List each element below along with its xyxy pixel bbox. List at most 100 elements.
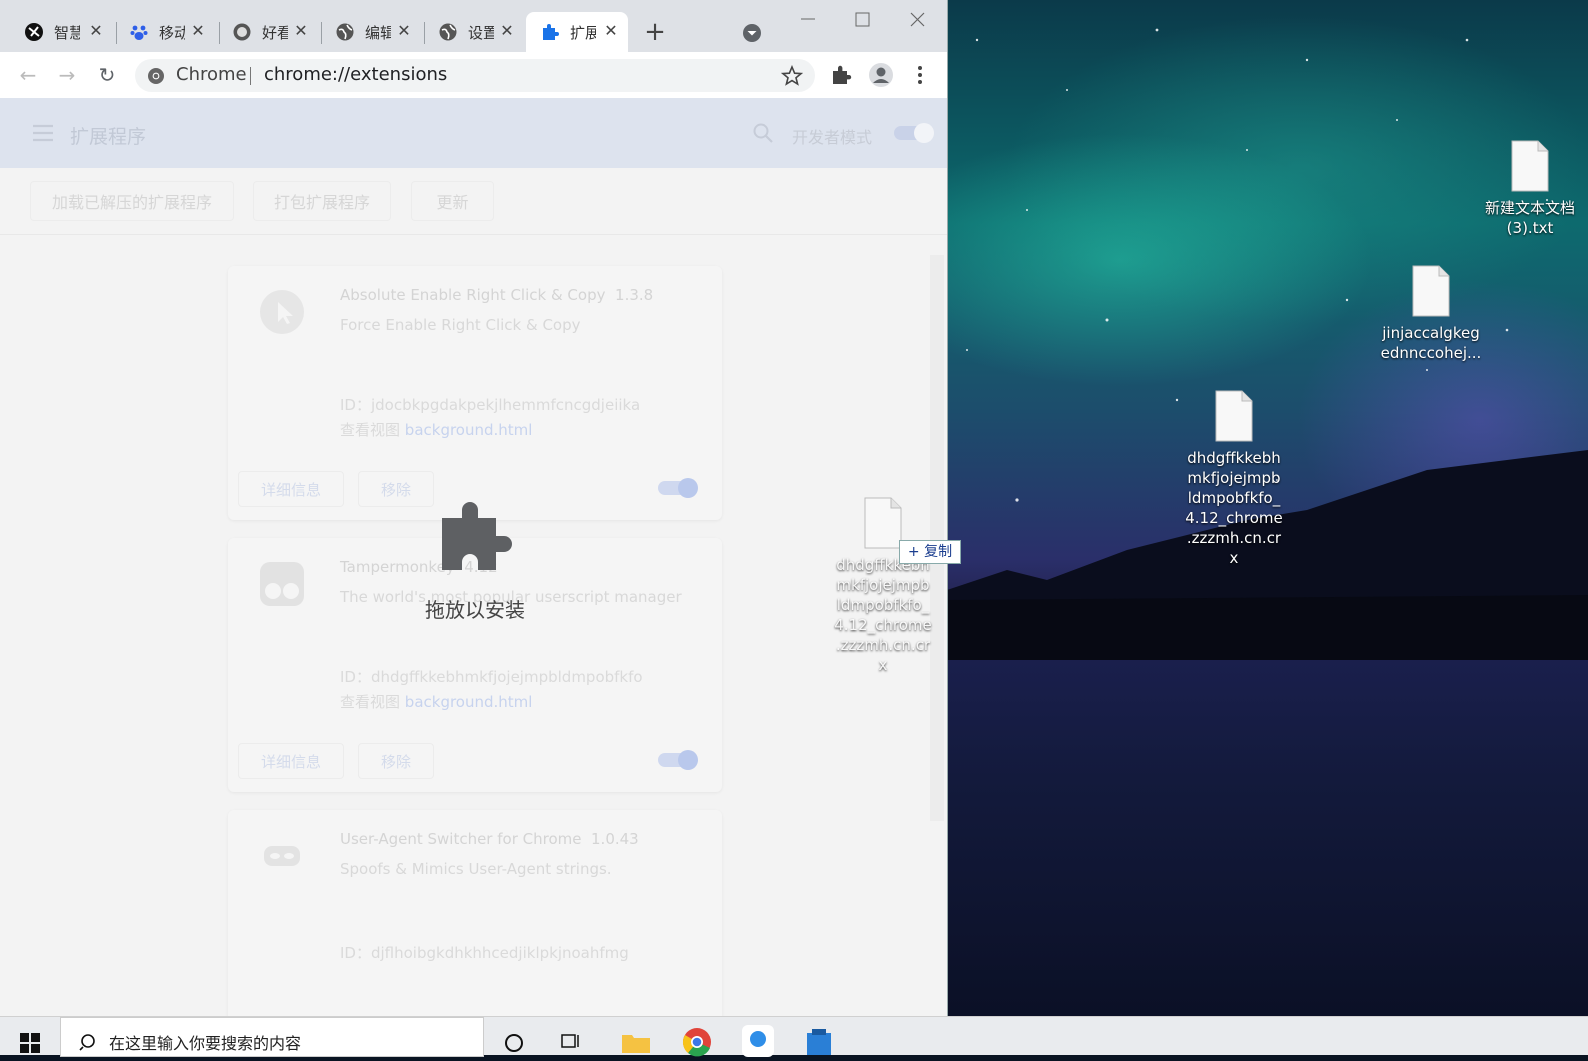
forward-icon[interactable]: → [54,62,80,88]
desktop-file-label-4: 4.12_chrome [1185,509,1283,527]
extension-card: Absolute Enable Right Click & Copy 1.3.8… [228,266,722,520]
tab-5[interactable]: 设置 ✕ [414,12,524,52]
toolbar: ← → ↻ Chrome chrome://extensions [0,52,947,98]
update-button[interactable]: 更新 [411,181,494,221]
details-button[interactable]: 详细信息 [238,743,344,779]
store-taskbar-icon[interactable] [804,1027,834,1057]
tampermonkey-icon [260,562,304,606]
file-icon [1411,265,1451,317]
close-icon[interactable]: ✕ [292,22,310,40]
close-icon[interactable]: ✕ [87,22,105,40]
lake [947,620,1588,1016]
tab-1[interactable]: 智慧 ✕ [0,12,113,52]
hamburger-menu-icon[interactable] [32,124,54,142]
search-icon [79,1034,95,1051]
extensions-page: 扩展程序 开发者模式 加载已解压的扩展程序 打包扩展程序 更新 Absolute… [0,98,947,1016]
puzzle-icon [442,502,512,570]
load-unpacked-button[interactable]: 加载已解压的扩展程序 [30,181,234,221]
copy-badge: + 复制 [899,540,961,564]
back-icon[interactable]: ← [15,62,41,88]
extension-enable-toggle[interactable] [658,750,698,770]
close-icon[interactable]: ✕ [189,22,207,40]
pack-extension-button[interactable]: 打包扩展程序 [253,181,391,221]
paw-icon [130,25,148,40]
background-page-link[interactable]: background.html [405,421,533,439]
desktop-file-label-2: (3).txt [1506,219,1554,237]
new-tab-button[interactable]: + [640,18,670,48]
tab-extensions[interactable]: 扩展 ✕ [526,12,628,52]
tab-3-label: 好看 [262,23,288,42]
desktop-file-jinja[interactable]: jinjaccalgkeg ednnccohej... [1376,265,1486,363]
desktop-file-label-3: ldmpobfkfo_ [1187,489,1281,507]
close-window-icon[interactable] [908,10,928,30]
cortana-icon[interactable] [502,1031,526,1055]
tab-2[interactable]: 移动 ✕ [105,12,215,52]
bookmark-star-icon[interactable] [781,65,803,87]
close-icon[interactable]: ✕ [602,22,620,40]
desktop-file-label-1: jinjaccalgkeg [1382,324,1480,342]
search-icon[interactable] [752,122,774,144]
dragged-file-ghost: dhdgffkkebh mkfjojejmpb ldmpobfkfo_ 4.12… [830,497,936,675]
close-icon[interactable]: ✕ [395,22,413,40]
extensions-icon[interactable] [830,64,852,86]
extension-enable-toggle[interactable] [658,478,698,498]
tab-strip: 智慧 ✕ 移动 ✕ 好看 ✕ 编辑 ✕ 设置 ✕ 扩展 ✕ [0,0,947,52]
extension-name: Absolute Enable Right Click & Copy 1.3.8 [340,286,654,304]
file-explorer-icon[interactable] [620,1029,652,1055]
omnibox[interactable]: Chrome chrome://extensions [135,59,815,92]
tab-4[interactable]: 编辑 ✕ [311,12,421,52]
extension-id: ID：dhdgffkkebhmkfjojejmpbldmpobfkfo [340,668,643,686]
app-taskbar-icon[interactable] [742,1025,774,1057]
extension-name: User-Agent Switcher for Chrome 1.0.43 [340,830,639,848]
extension-id: ID：jdocbkpgdakpekjlhemmfcncgdjeiika [340,396,641,414]
taskbar-search-box[interactable]: 在这里输入你要搜索的内容 [60,1017,484,1057]
details-button[interactable]: 详细信息 [238,471,344,507]
file-icon [1214,390,1254,442]
profile-avatar-icon[interactable] [868,62,894,88]
chrome-logo-icon [148,68,164,84]
menu-kebab-icon[interactable] [910,64,930,86]
dragged-file-label-5: .zzzmh.cn.cr [835,636,931,654]
reload-icon[interactable]: ↻ [94,62,120,88]
inspect-views: 查看视图 background.html [340,693,533,711]
inspect-views: 查看视图 background.html [340,421,533,439]
dragged-file-label-3: ldmpobfkfo_ [836,596,930,614]
chrome-taskbar-icon[interactable] [682,1027,712,1057]
desktop-file-label-2: mkfjojejmpb [1187,469,1281,487]
tab-search-icon[interactable] [741,22,763,44]
tab-1-label: 智慧 [54,23,80,42]
puzzle-icon [543,24,559,40]
close-icon[interactable]: ✕ [498,22,516,40]
tab-3[interactable]: 好看 ✕ [208,12,318,52]
task-view-icon[interactable] [560,1031,584,1055]
chrome-window: 智慧 ✕ 移动 ✕ 好看 ✕ 编辑 ✕ 设置 ✕ 扩展 ✕ [0,0,948,1016]
desktop-file-crx[interactable]: dhdgffkkebh mkfjojejmpb ldmpobfkfo_ 4.12… [1179,390,1289,568]
desktop-file-label-2: ednnccohej... [1380,344,1482,362]
developer-actions-bar: 加载已解压的扩展程序 打包扩展程序 更新 [0,168,947,235]
dragged-file-label-6: x [878,656,888,674]
tab-5-label: 设置 [468,23,494,42]
mask-icon [260,834,304,878]
dev-mode-label: 开发者模式 [792,128,873,147]
file-icon [863,497,903,549]
extension-id: ID：djflhoibgkdhkhhcedjiklpkjnoahfmg [340,944,629,962]
desktop-file-txt[interactable]: 新建文本文档 (3).txt [1475,140,1585,238]
omnibox-url[interactable]: chrome://extensions [264,64,447,85]
drop-to-install-label: 拖放以安装 [425,598,525,622]
tab-2-label: 移动 [159,23,185,42]
windows-start-icon[interactable] [20,1033,40,1053]
remove-button[interactable]: 移除 [358,471,434,507]
background-page-link[interactable]: background.html [405,693,533,711]
maximize-icon[interactable] [853,10,873,30]
minimize-icon[interactable] [798,10,818,30]
dragged-file-label-2: mkfjojejmpb [836,576,930,594]
remove-button[interactable]: 移除 [358,743,434,779]
extensions-header: 扩展程序 开发者模式 [0,98,947,168]
extension-card: Tampermonkey 4.12 The world's most popul… [228,538,722,792]
dev-mode-toggle[interactable] [894,123,934,143]
dragged-file-label-4: 4.12_chrome [834,616,932,634]
app-glyph-icon [750,1031,766,1047]
taskbar: 在这里输入你要搜索的内容 [0,1016,1588,1057]
app-logo-icon [25,23,43,41]
globe-icon [336,23,354,41]
